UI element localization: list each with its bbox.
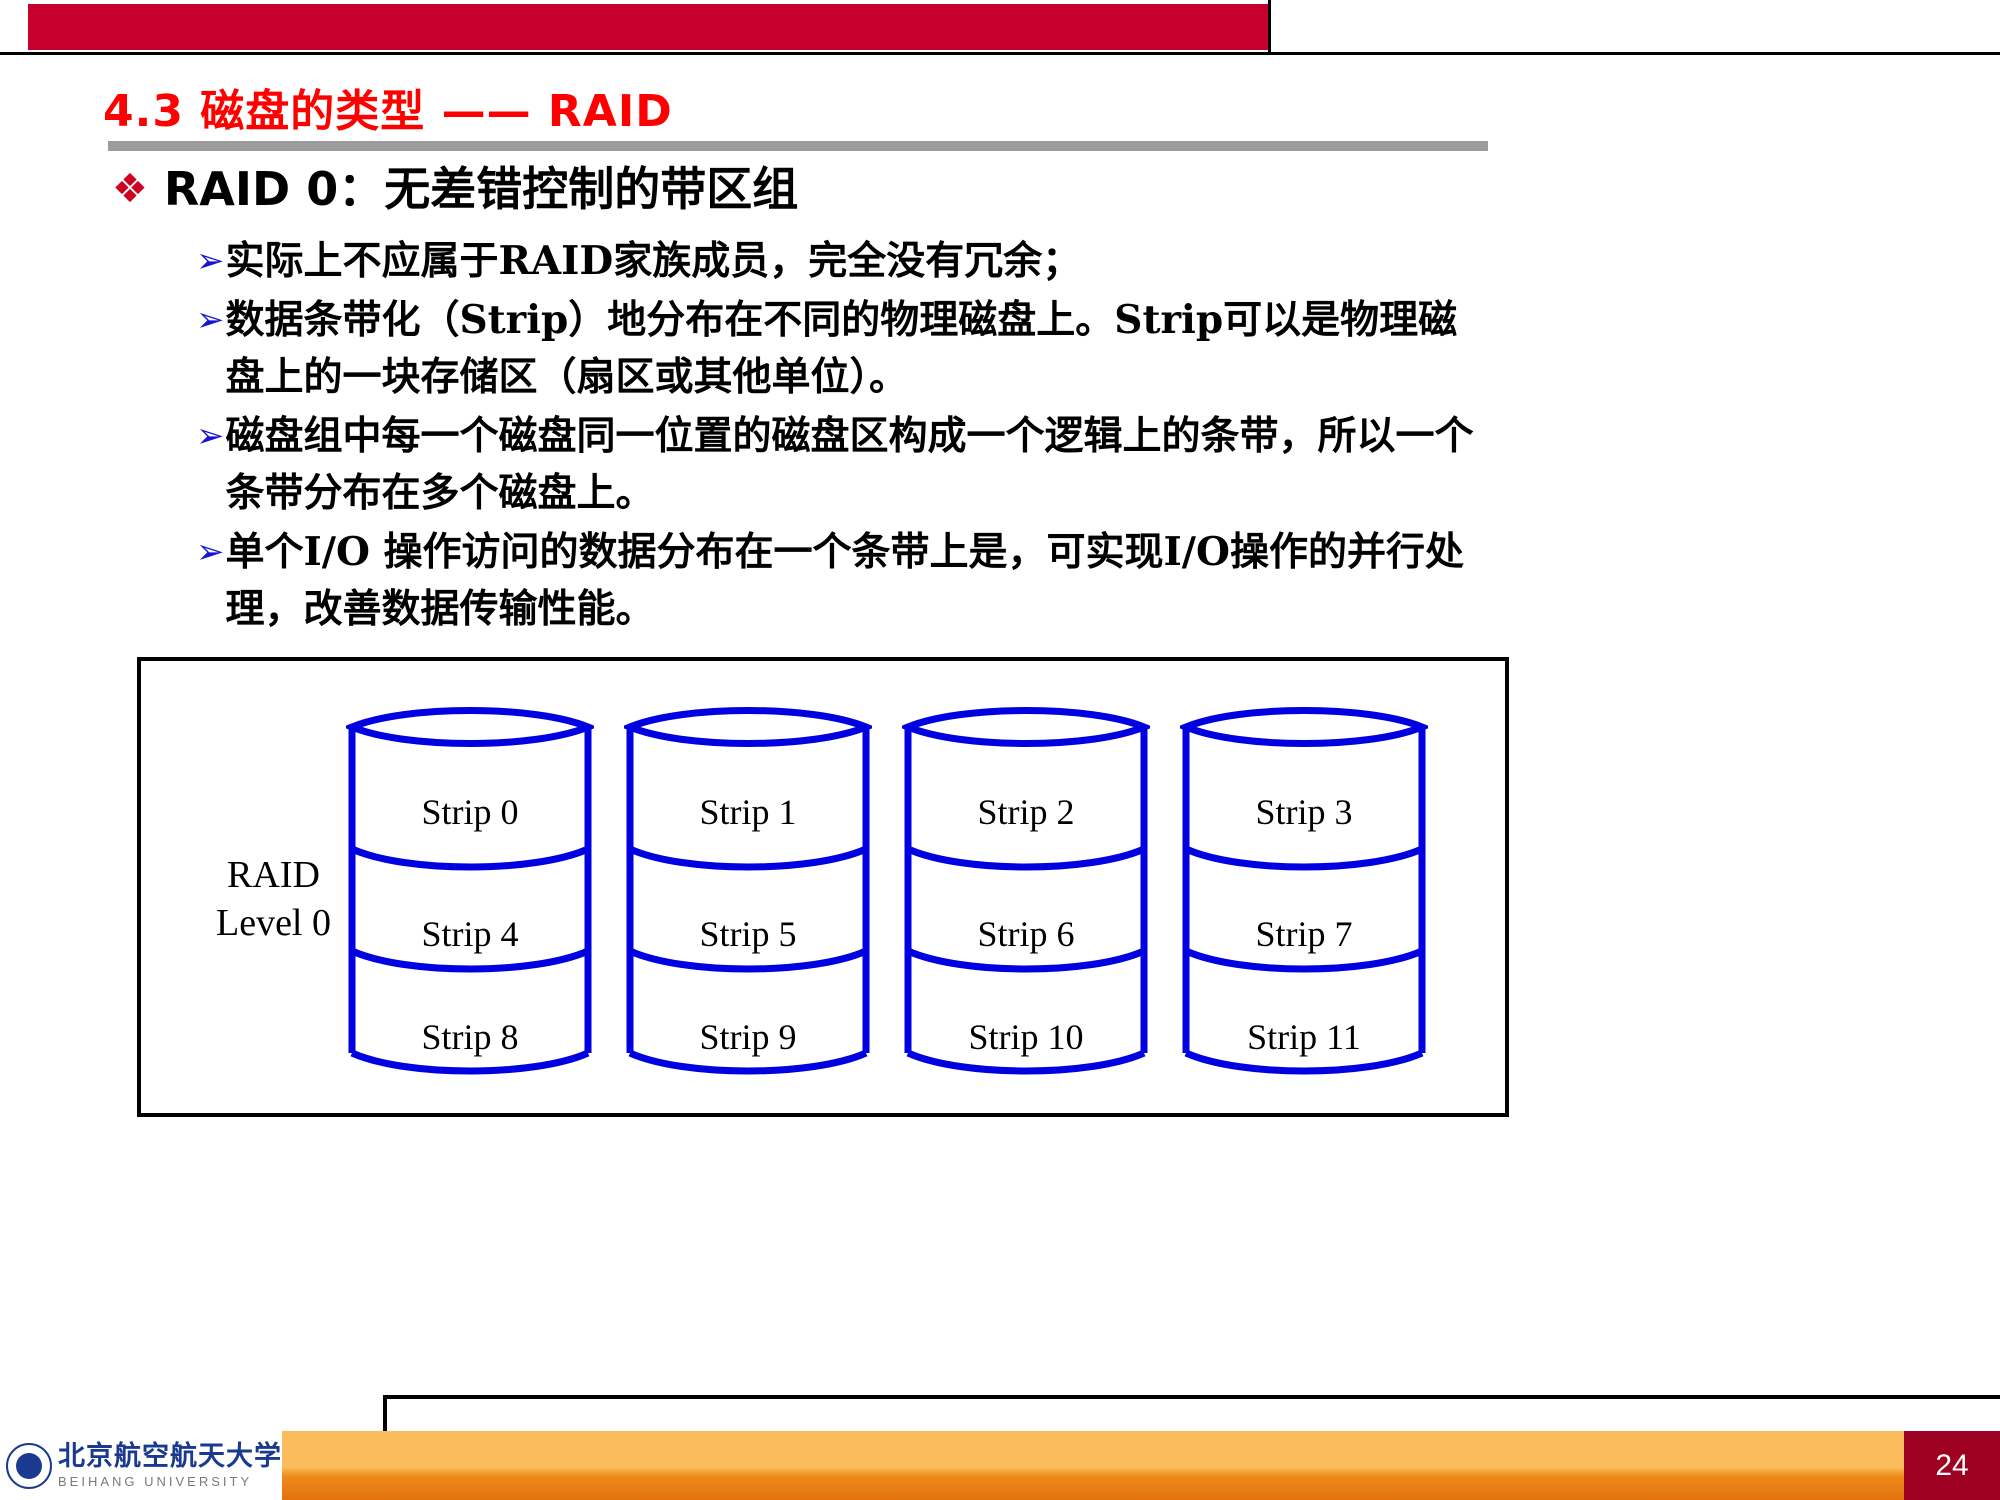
list-item: ➢ 实际上不应属于RAID家族成员，完全没有冗余； xyxy=(196,233,1496,290)
strip-label: Strip 4 xyxy=(421,914,519,954)
diagram-label: RAID Level 0 xyxy=(186,851,361,947)
disk-cylinder-3: Strip 3 Strip 7 Strip 11 xyxy=(1180,701,1428,1079)
university-name-en: BEIHANG UNIVERSITY xyxy=(58,1474,253,1489)
strip-label: Strip 1 xyxy=(699,792,797,832)
header-red-band xyxy=(28,4,1268,50)
list-item-label: 磁盘组中每一个磁盘同一位置的磁盘区构成一个逻辑上的条带，所以一个条带分布在多个磁… xyxy=(225,413,1474,516)
disk-cylinder-group: Strip 0 Strip 4 Strip 8 Strip 1 Strip 5 … xyxy=(346,701,1486,1079)
header-band-right-edge xyxy=(1268,0,1271,54)
strip-label: Strip 2 xyxy=(977,792,1075,832)
strip-label: Strip 5 xyxy=(699,914,797,954)
arrow-bullet-icon: ➢ xyxy=(196,300,225,340)
footer-rule-vertical xyxy=(383,1395,387,1433)
section-heading-label: RAID 0：无差错控制的带区组 xyxy=(163,162,799,216)
strip-label: Strip 3 xyxy=(1255,792,1353,832)
list-item: ➢ 磁盘组中每一个磁盘同一位置的磁盘区构成一个逻辑上的条带，所以一个条带分布在多… xyxy=(196,408,1496,522)
disk-cylinder-2: Strip 2 Strip 6 Strip 10 xyxy=(902,701,1150,1079)
disk-cylinder-1: Strip 1 Strip 5 Strip 9 xyxy=(624,701,872,1079)
diamond-bullet-icon: ❖ xyxy=(112,166,148,212)
strip-label: Strip 6 xyxy=(977,914,1075,954)
arrow-bullet-icon: ➢ xyxy=(196,532,225,572)
section-heading: ❖ RAID 0：无差错控制的带区组 xyxy=(112,162,798,216)
university-seal-icon xyxy=(6,1442,52,1489)
list-item: ➢ 数据条带化（Strip）地分布在不同的物理磁盘上。Strip可以是物理磁盘上… xyxy=(196,292,1496,406)
diagram-label-line1: RAID xyxy=(227,854,320,896)
footer-rule-horizontal xyxy=(383,1395,2000,1399)
strip-label: Strip 11 xyxy=(1247,1017,1361,1057)
university-logo-text: 北京航空航天大学 BEIHANG UNIVERSITY xyxy=(58,1443,282,1488)
page-number: 24 xyxy=(1904,1431,2000,1500)
diagram-label-line2: Level 0 xyxy=(215,902,331,944)
list-item-label: 单个I/O 操作访问的数据分布在一个条带上是，可实现I/O操作的并行处理，改善数… xyxy=(225,529,1465,632)
header-horizontal-rule xyxy=(0,52,2000,55)
bullet-list: ➢ 实际上不应属于RAID家族成员，完全没有冗余； ➢ 数据条带化（Strip）… xyxy=(196,233,1496,640)
strip-label: Strip 8 xyxy=(421,1017,519,1057)
list-item-label: 实际上不应属于RAID家族成员，完全没有冗余； xyxy=(225,238,1082,284)
footer-bar xyxy=(0,1431,2000,1500)
university-logo: 北京航空航天大学 BEIHANG UNIVERSITY xyxy=(0,1431,282,1500)
arrow-bullet-icon: ➢ xyxy=(196,241,225,281)
strip-label: Strip 10 xyxy=(968,1017,1084,1057)
list-item: ➢ 单个I/O 操作访问的数据分布在一个条带上是，可实现I/O操作的并行处理，改… xyxy=(196,524,1496,638)
strip-label: Strip 7 xyxy=(1255,914,1353,954)
strip-label: Strip 0 xyxy=(421,792,519,832)
title-underline xyxy=(108,141,1488,151)
list-item-label: 数据条带化（Strip）地分布在不同的物理磁盘上。Strip可以是物理磁盘上的一… xyxy=(225,297,1458,400)
strip-label: Strip 9 xyxy=(699,1017,797,1057)
university-name-cn: 北京航空航天大学 xyxy=(58,1441,282,1472)
raid0-diagram: RAID Level 0 Strip 0 Strip 4 Strip 8 Str… xyxy=(137,657,1509,1117)
disk-cylinder-0: Strip 0 Strip 4 Strip 8 xyxy=(346,701,594,1079)
page-title: 4.3 磁盘的类型 —— RAID xyxy=(103,86,673,137)
arrow-bullet-icon: ➢ xyxy=(196,416,225,456)
